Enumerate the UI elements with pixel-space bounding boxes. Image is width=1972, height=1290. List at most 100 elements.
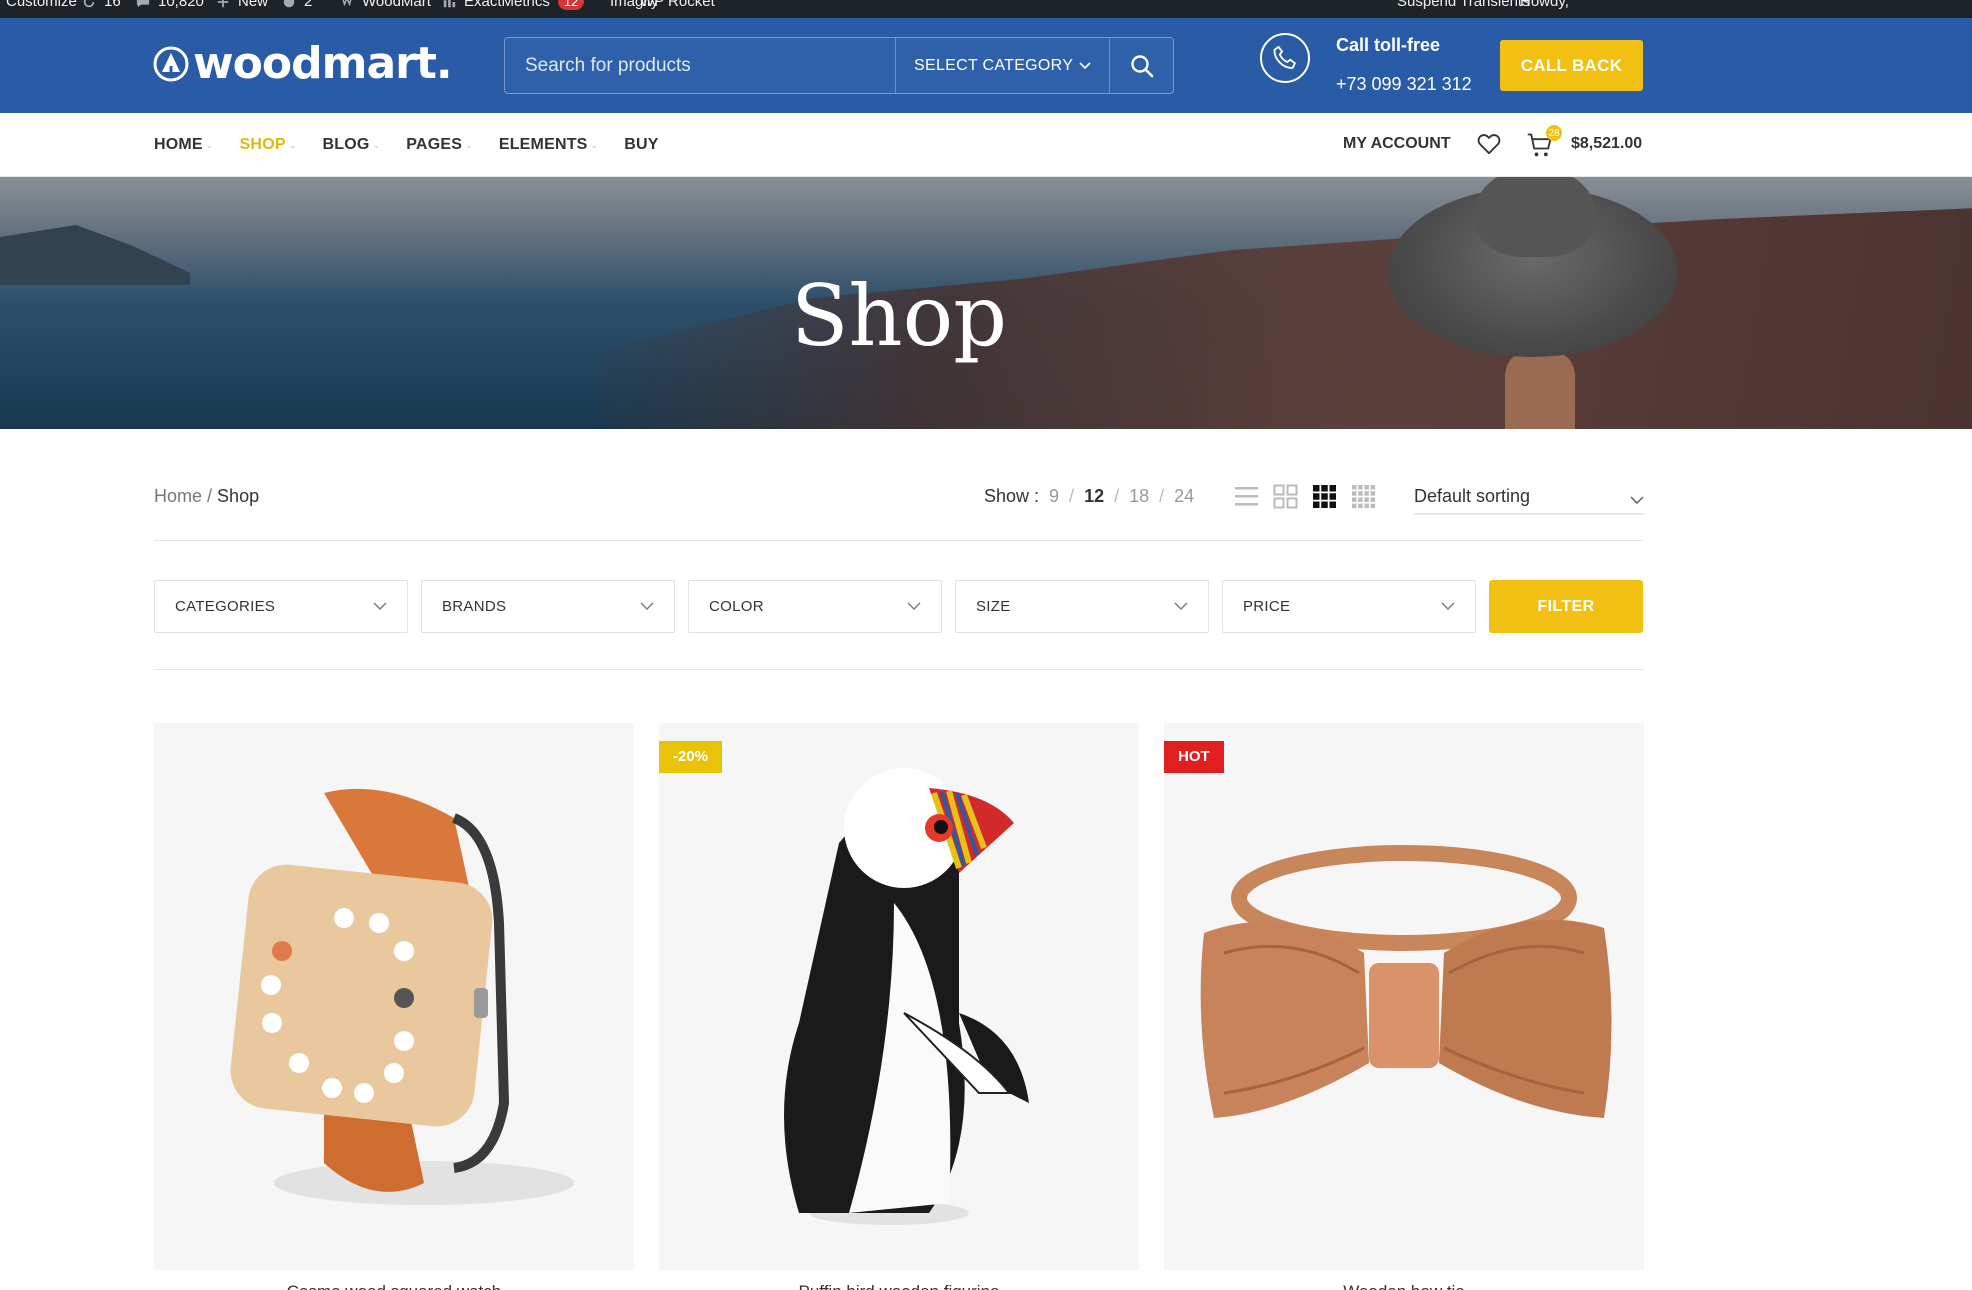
my-account-link[interactable]: MY ACCOUNT	[1343, 135, 1451, 153]
phone-icon-circle	[1260, 33, 1310, 83]
refresh-icon	[83, 0, 95, 7]
logo-text: woodmart.	[193, 38, 453, 89]
filter-size[interactable]: SIZE	[955, 580, 1209, 633]
chevron-down-icon: ⌄	[465, 139, 473, 150]
nav-item-buy[interactable]: BUY	[624, 136, 658, 154]
chevron-down-icon: ⌄	[288, 139, 297, 150]
per-page-12[interactable]: 12	[1084, 486, 1104, 507]
grid-2-icon[interactable]	[1273, 484, 1298, 509]
nav-item-home[interactable]: HOME ⌄	[154, 136, 214, 154]
breadcrumb-current: Shop	[217, 486, 260, 506]
filter-price[interactable]: PRICE	[1222, 580, 1476, 633]
product-image-bowtie[interactable]	[1164, 723, 1644, 1270]
admin-new[interactable]: New	[216, 0, 268, 10]
chevron-down-icon	[1079, 61, 1091, 69]
search-input[interactable]	[505, 38, 895, 93]
admin-exactmetrics[interactable]: ExactMetrics 12	[442, 0, 585, 10]
comment-icon	[136, 0, 150, 7]
logo-icon	[153, 46, 189, 81]
per-page-selector: Show : 9 / 12 / 18 / 24	[984, 486, 1194, 507]
product-image-watch[interactable]	[154, 723, 634, 1270]
call-title: Call toll-free	[1336, 35, 1441, 55]
site-header: woodmart. SELECT CATEGORY Call toll-free…	[0, 18, 1972, 113]
view-switcher	[1234, 484, 1376, 509]
product-card[interactable]: HOT	[1164, 723, 1644, 1270]
chevron-down-icon: ⌄	[590, 139, 599, 150]
filter-button[interactable]: FILTER	[1489, 580, 1643, 633]
list-view-icon[interactable]	[1234, 484, 1259, 509]
cart-total[interactable]: $8,521.00	[1571, 135, 1642, 153]
category-select[interactable]: SELECT CATEGORY	[895, 38, 1109, 93]
search-form: SELECT CATEGORY	[504, 37, 1174, 94]
discount-badge: -20%	[659, 741, 723, 773]
nav-item-shop[interactable]: SHOP ⌄	[240, 136, 297, 154]
filter-color[interactable]: COLOR	[688, 580, 942, 633]
seo-icon	[283, 0, 295, 7]
separator: /	[1159, 486, 1165, 506]
chevron-down-icon	[907, 602, 921, 610]
admin-updates[interactable]: 16	[82, 0, 121, 10]
product-card[interactable]	[154, 723, 634, 1270]
bar-chart-icon	[443, 0, 456, 7]
cart-count-badge: 28	[1546, 125, 1562, 141]
notification-badge: 12	[557, 0, 585, 10]
plus-icon	[217, 0, 229, 7]
nav-item-elements[interactable]: ELEMENTS ⌄	[499, 136, 598, 154]
menu: HOME ⌄ SHOP ⌄ BLOG ⌄ PAGES ⌄ ELEMENTS ⌄ BUY	[154, 113, 659, 177]
admin-woodmart[interactable]: WoodMart	[340, 0, 431, 10]
category-select-label: SELECT CATEGORY	[914, 56, 1074, 74]
call-back-button[interactable]: CALL BACK	[1500, 40, 1643, 91]
page-title: Shop	[791, 267, 1007, 365]
main-navigation: HOME ⌄ SHOP ⌄ BLOG ⌄ PAGES ⌄ ELEMENTS ⌄ BUY M…	[0, 113, 1972, 177]
per-page-9[interactable]: 9	[1049, 486, 1059, 507]
chevron-down-icon	[1174, 602, 1188, 610]
call-number[interactable]: +73 099 321 312	[1336, 74, 1472, 95]
admin-seo[interactable]: 2	[282, 0, 312, 10]
grid-3-icon[interactable]	[1312, 484, 1337, 509]
filter-bar: CATEGORIES BRANDS COLOR SIZE PRICE FILTE…	[154, 580, 1643, 633]
show-label: Show :	[984, 486, 1040, 506]
product-title[interactable]: Puffin bird wooden figurine	[659, 1278, 1139, 1290]
heart-icon[interactable]	[1476, 131, 1502, 157]
wp-admin-bar: Customize 16 10,820 New 2 WoodMart Exact…	[0, 0, 1972, 18]
admin-suspend-transients[interactable]: Suspend Transients	[1397, 0, 1530, 10]
per-page-18[interactable]: 18	[1129, 486, 1149, 507]
chevron-down-icon	[1441, 602, 1455, 610]
chevron-down-icon	[1630, 496, 1644, 504]
grid-4-icon[interactable]	[1351, 484, 1376, 509]
divider	[154, 669, 1644, 670]
product-image-puffin[interactable]	[659, 723, 1139, 1270]
site-logo[interactable]: woodmart.	[153, 38, 453, 89]
per-page-24[interactable]: 24	[1174, 486, 1194, 507]
sort-select[interactable]: Default sorting	[1414, 482, 1644, 515]
phone-icon	[1273, 45, 1296, 69]
product-card[interactable]: -20%	[659, 723, 1139, 1270]
breadcrumb-home[interactable]: Home	[154, 486, 202, 506]
product-title[interactable]: Wooden bow tie	[1164, 1278, 1644, 1290]
chevron-down-icon	[640, 602, 654, 610]
admin-wprocket[interactable]: WP Rocket	[640, 0, 715, 10]
search-button[interactable]	[1109, 38, 1173, 93]
admin-customize[interactable]: Customize	[6, 0, 77, 10]
page-title-banner: Shop	[0, 177, 1972, 429]
chevron-down-icon	[373, 602, 387, 610]
chevron-down-icon: ⌄	[372, 139, 381, 150]
nav-item-blog[interactable]: BLOG ⌄	[322, 136, 380, 154]
search-icon	[1130, 54, 1153, 77]
hat-crown-shape	[1475, 177, 1595, 257]
separator: /	[1114, 486, 1120, 506]
filter-brands[interactable]: BRANDS	[421, 580, 675, 633]
divider	[154, 540, 1644, 541]
chevron-down-icon: ⌄	[205, 139, 214, 150]
hot-badge: HOT	[1164, 741, 1224, 773]
breadcrumb-separator: /	[207, 486, 218, 506]
sort-label: Default sorting	[1414, 486, 1531, 506]
admin-comments[interactable]: 10,820	[136, 0, 204, 10]
admin-howdy[interactable]: Howdy,	[1520, 0, 1569, 10]
nav-item-pages[interactable]: PAGES ⌄	[406, 136, 473, 154]
breadcrumb: Home / Shop	[154, 486, 259, 507]
product-title[interactable]: Cosmo wood squared watch	[154, 1278, 634, 1290]
woodmart-icon	[342, 0, 352, 6]
filter-categories[interactable]: CATEGORIES	[154, 580, 408, 633]
separator: /	[1069, 486, 1075, 506]
